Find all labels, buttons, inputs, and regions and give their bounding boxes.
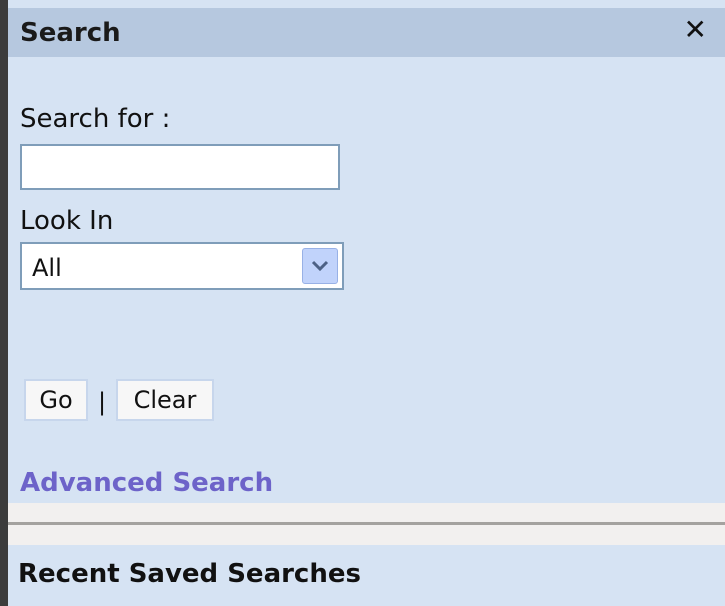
chevron-down-icon[interactable] xyxy=(302,248,338,284)
recent-saved-searches-header[interactable]: Recent Saved Searches xyxy=(8,545,725,606)
recent-saved-searches-title: Recent Saved Searches xyxy=(18,559,361,589)
search-for-label: Search for : xyxy=(20,104,171,134)
look-in-selected-value: All xyxy=(32,254,62,282)
search-panel: Search ✕ Search for : Look In All Go | C… xyxy=(0,0,725,606)
look-in-select[interactable]: All xyxy=(20,242,344,290)
search-input[interactable] xyxy=(20,144,340,190)
advanced-search-link[interactable]: Advanced Search xyxy=(20,468,273,498)
clear-button[interactable]: Clear xyxy=(116,379,214,421)
section-divider-lower xyxy=(8,525,725,545)
panel-left-border xyxy=(0,0,8,606)
panel-title: Search xyxy=(20,18,121,48)
search-titlebar: Search ✕ xyxy=(8,8,725,57)
look-in-label: Look In xyxy=(20,206,114,236)
go-button[interactable]: Go xyxy=(24,379,88,421)
close-icon[interactable]: ✕ xyxy=(684,16,707,44)
button-separator: | xyxy=(98,388,107,416)
